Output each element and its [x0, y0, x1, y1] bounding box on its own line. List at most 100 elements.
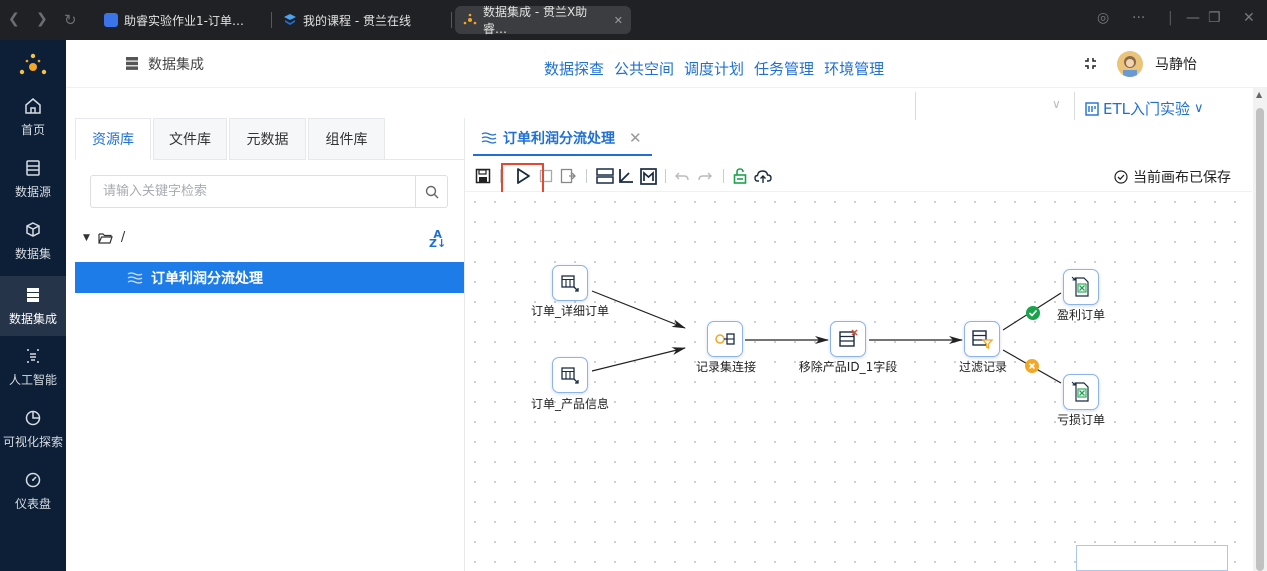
stop-button[interactable] [535, 165, 557, 187]
scroll-thumb[interactable] [1256, 108, 1264, 571]
globe-icon[interactable]: ◎ [1097, 10, 1109, 26]
project-selector[interactable]: ETL入门实验 ∨ [1085, 98, 1204, 119]
menu-schedule[interactable]: 调度计划 [684, 58, 744, 79]
sidebar-item-label: 数据集 [14, 246, 51, 261]
sidebar-item-home[interactable]: 首页 [0, 88, 66, 146]
close-window-icon[interactable]: ✕ [1243, 10, 1255, 26]
close-icon[interactable]: ✕ [629, 129, 642, 147]
search-icon [425, 185, 438, 198]
fullscreen-icon[interactable] [1084, 57, 1097, 70]
chevron-down-icon: ∨ [1194, 101, 1204, 116]
menu-task-management[interactable]: 任务管理 [754, 58, 814, 79]
sidebar-item-dataset[interactable]: 数据集 [0, 212, 66, 270]
flow-icon [127, 271, 143, 284]
search-box [90, 175, 448, 208]
reload-icon[interactable]: ↻ [64, 11, 77, 29]
browser-tab-title: 我的课程 - 贯兰在线 [303, 13, 411, 28]
save-status: 当前画布已保存 [1114, 167, 1231, 187]
cloud-upload-icon [754, 169, 772, 183]
restore-icon[interactable]: ❐ [1208, 10, 1221, 26]
browser-tab-1[interactable]: 助睿实验作业1-订单… [96, 6, 264, 34]
window-divider: | [1168, 10, 1173, 26]
chevron-down-icon[interactable]: ∨ [1052, 97, 1061, 111]
redo-button[interactable] [694, 165, 716, 187]
table-input-icon [561, 367, 579, 384]
tree-item-label: 订单利润分流处理 [151, 270, 263, 287]
menu-divider [1074, 92, 1075, 120]
sidebar-item-data-integration[interactable]: 数据集成 [0, 276, 66, 336]
tab-file-library[interactable]: 文件库 [153, 118, 227, 160]
tree-root[interactable]: ▼ / [83, 230, 125, 245]
more-icon[interactable]: ··· [1132, 10, 1145, 26]
browser-tab-title: 助睿实验作业1-订单… [124, 13, 244, 28]
home-icon [25, 97, 41, 114]
metadata-icon [639, 167, 657, 185]
gauge-icon [25, 472, 41, 487]
node-label: 盈利订单 [1056, 308, 1106, 322]
search-input[interactable] [91, 176, 417, 207]
menu-public-space[interactable]: 公共空间 [614, 58, 674, 79]
toolbar-divider [665, 169, 666, 183]
user-name[interactable]: 马静怡 [1155, 54, 1197, 74]
run-button[interactable] [512, 165, 534, 187]
align-button[interactable] [594, 165, 616, 187]
tab-metadata[interactable]: 元数据 [229, 118, 306, 160]
sidebar-item-ai[interactable]: 人工智能 [0, 338, 66, 396]
layout-button[interactable] [615, 165, 637, 187]
step-run-button[interactable] [557, 165, 579, 187]
sort-az-icon[interactable]: A Z↓ [429, 229, 446, 249]
caret-down-icon[interactable]: ▼ [83, 233, 90, 243]
search-button[interactable] [415, 176, 447, 207]
node-label: 记录集连接 [695, 360, 757, 374]
tab-divider [271, 12, 272, 28]
save-status-text: 当前画布已保存 [1133, 170, 1231, 186]
flow-icon [481, 132, 497, 144]
minimize-icon[interactable]: — [1186, 10, 1200, 26]
sidebar-item-label: 可视化探索 [2, 434, 63, 449]
unlock-icon [733, 168, 747, 184]
menu-env-management[interactable]: 环境管理 [824, 58, 884, 79]
node-product-info[interactable] [552, 357, 588, 393]
node-detail-orders[interactable] [552, 265, 588, 301]
sidebar-item-label: 首页 [20, 122, 45, 137]
lock-button[interactable] [729, 165, 751, 187]
datasource-icon [26, 159, 40, 176]
avatar[interactable] [1117, 51, 1143, 77]
menu-data-explore[interactable]: 数据探查 [544, 58, 604, 79]
undo-button[interactable] [671, 165, 693, 187]
node-loss-orders[interactable] [1063, 374, 1099, 410]
tree-item-selected[interactable]: 订单利润分流处理 [75, 262, 465, 293]
redo-icon [698, 172, 712, 181]
page-scrollbar[interactable]: ▲ [1253, 88, 1267, 571]
layout-icon [619, 169, 633, 183]
toolbar-divider [586, 169, 587, 183]
metadata-button[interactable] [637, 165, 659, 187]
back-icon[interactable]: ❮ [8, 11, 20, 27]
tab-component-library[interactable]: 组件库 [308, 118, 385, 160]
scroll-up-icon[interactable]: ▲ [1256, 90, 1262, 99]
node-filter-records[interactable] [964, 321, 1000, 357]
forward-icon[interactable]: ❯ [36, 11, 48, 27]
sidebar-item-dashboard[interactable]: 仪表盘 [0, 462, 66, 520]
align-icon [596, 168, 614, 184]
browser-tab-2[interactable]: 我的课程 - 贯兰在线 [275, 6, 447, 34]
sidebar-item-visual-explore[interactable]: 可视化探索 [0, 400, 66, 458]
save-button[interactable] [472, 165, 494, 187]
node-profit-orders[interactable] [1063, 269, 1099, 305]
app-logo-icon[interactable] [18, 52, 48, 82]
browser-tab-3[interactable]: 数据集成 - 贯兰X助睿… ✕ [455, 5, 631, 36]
tab-divider [451, 12, 452, 28]
doc-icon [104, 13, 118, 27]
node-label: 过滤记录 [958, 360, 1008, 374]
sidebar-item-datasource[interactable]: 数据源 [0, 150, 66, 208]
tab-resource-library[interactable]: 资源库 [75, 118, 151, 160]
node-join-records[interactable] [707, 321, 743, 357]
module-menu: 数据探查 公共空间 调度计划 任务管理 环境管理 [544, 58, 884, 79]
canvas-minimap[interactable] [1076, 545, 1228, 571]
editor-tab[interactable]: 订单利润分流处理 ✕ [473, 122, 652, 156]
close-tab-icon[interactable]: ✕ [614, 14, 623, 27]
ai-icon [27, 348, 39, 363]
node-remove-field[interactable] [830, 321, 866, 357]
publish-button[interactable] [752, 165, 774, 187]
menu-divider [915, 92, 916, 120]
